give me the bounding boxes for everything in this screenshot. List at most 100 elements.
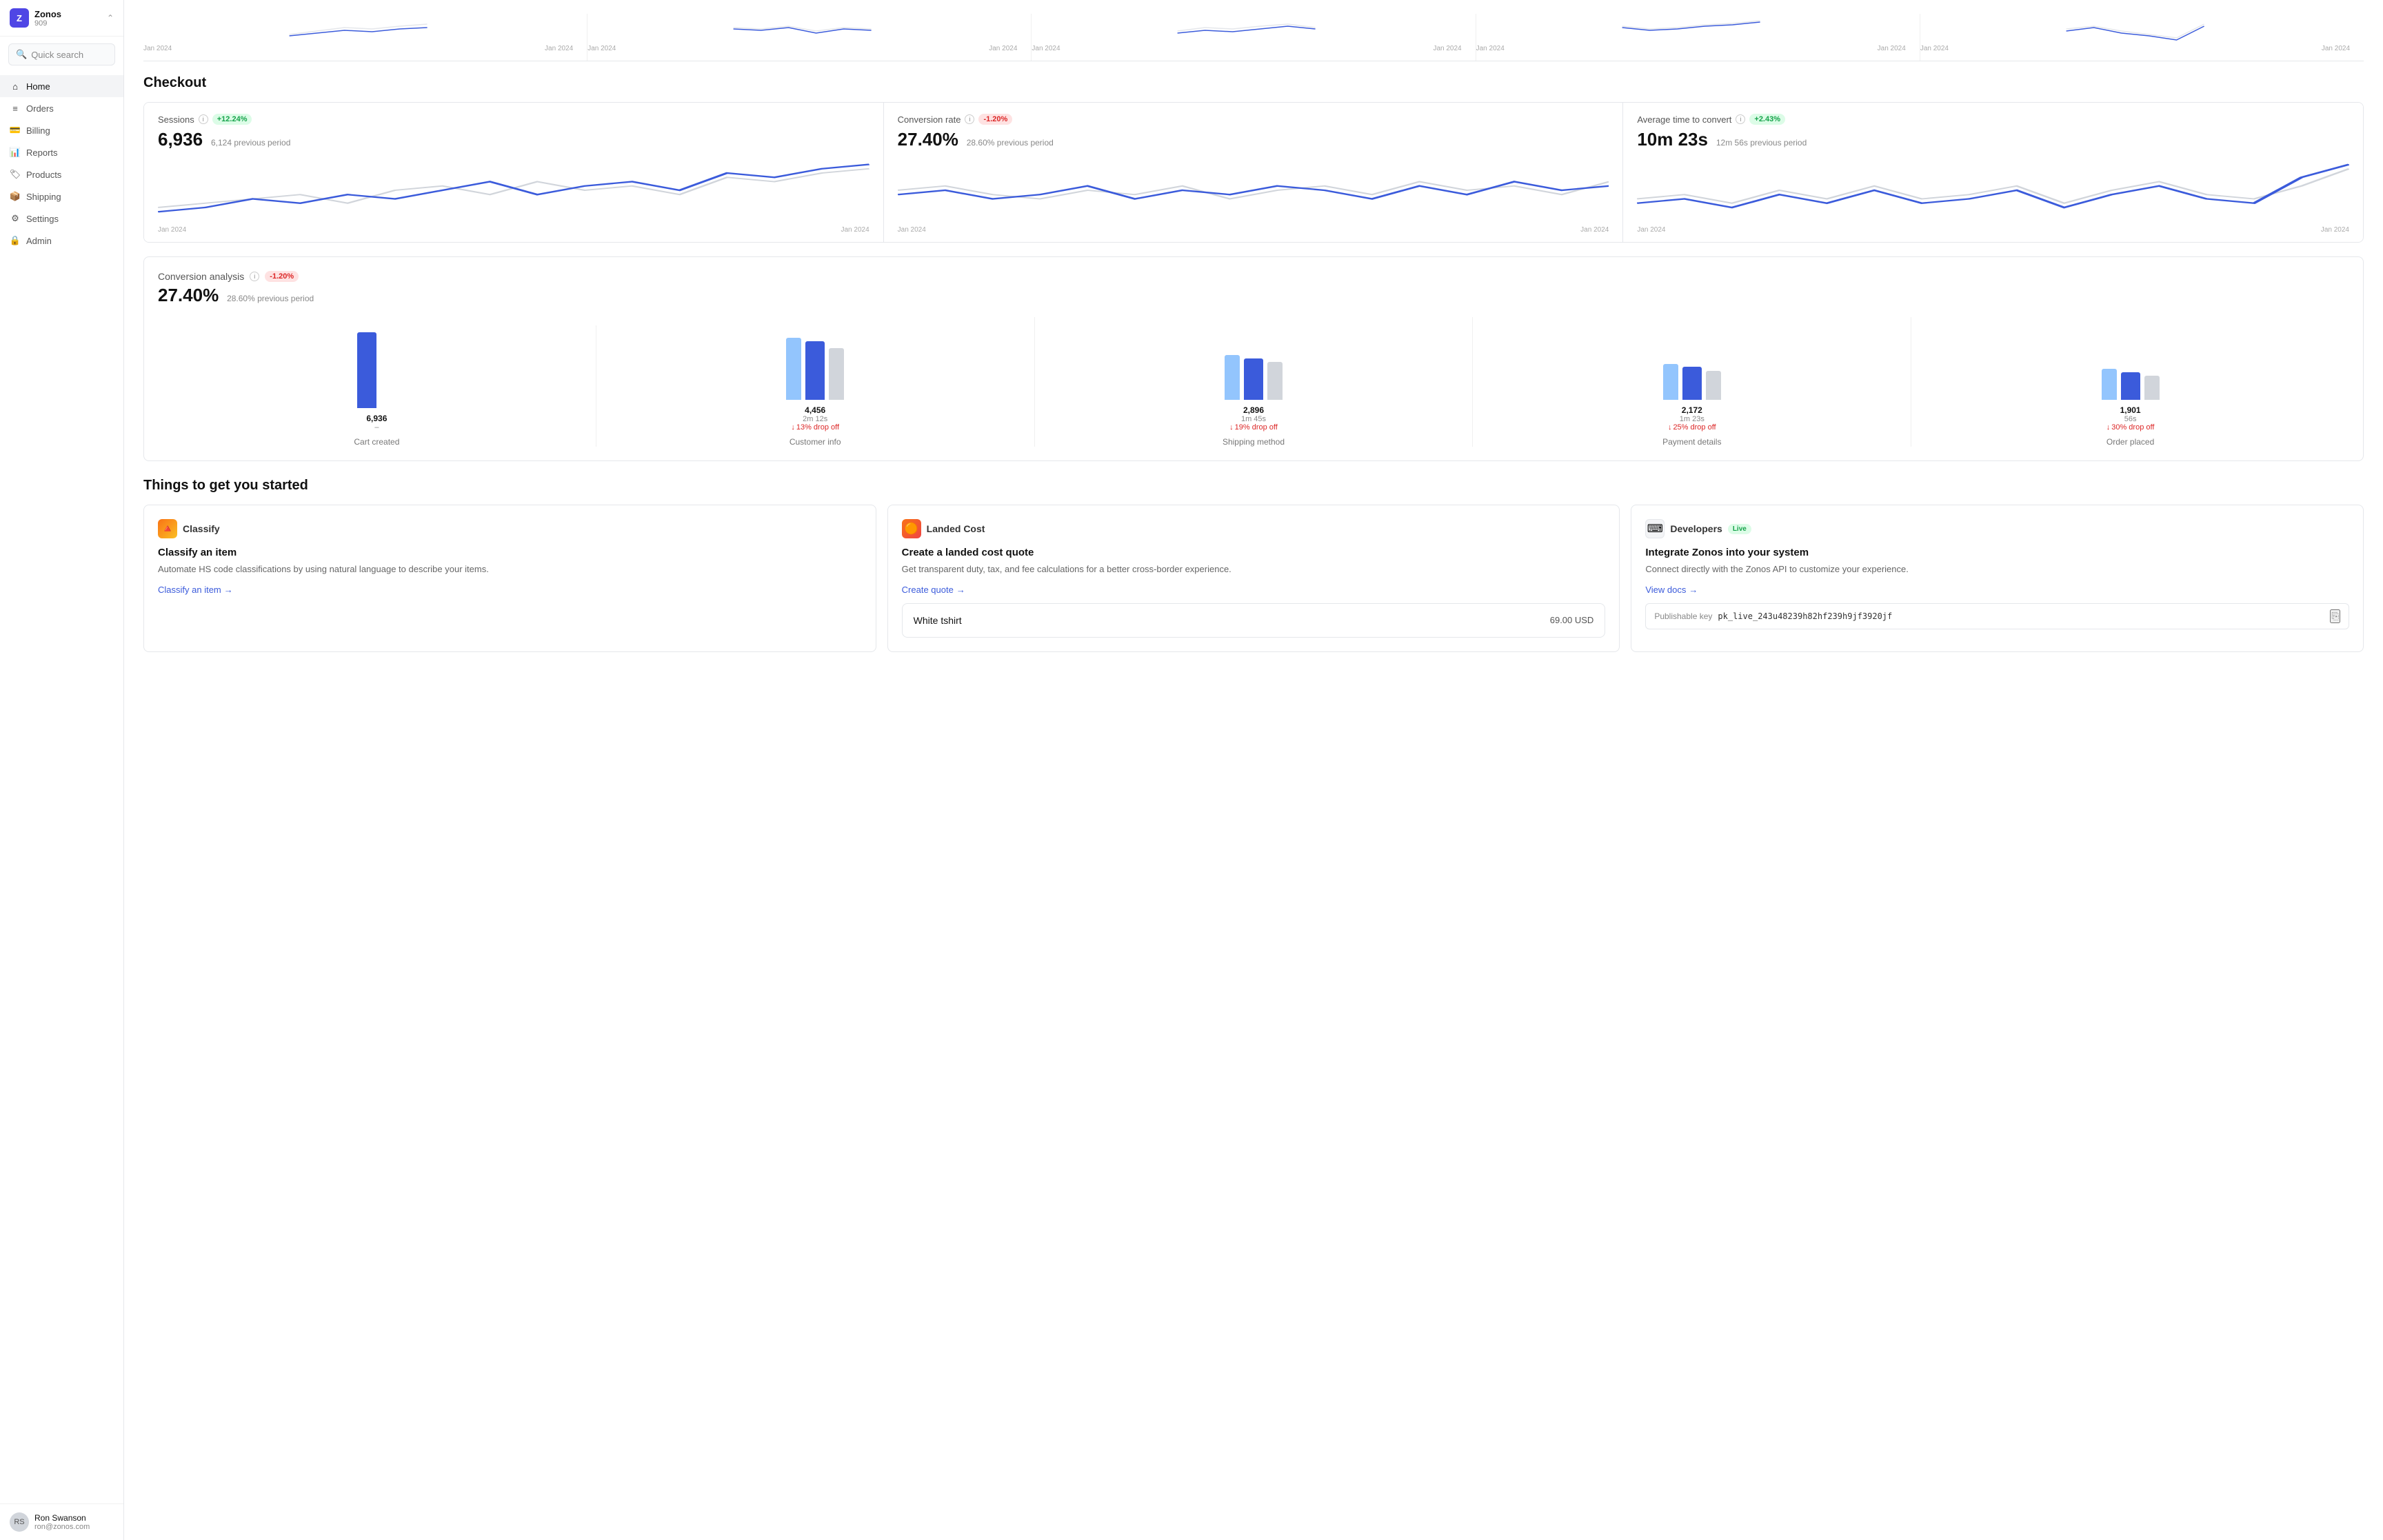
sidebar-item-settings[interactable]: ⚙ Settings [0, 207, 123, 230]
search-icon: 🔍 [16, 49, 27, 60]
bars-shipping-method [1225, 317, 1283, 400]
sidebar-item-label: Admin [26, 236, 52, 246]
avg-time-badge: +2.43% [1749, 114, 1785, 125]
conversion-rate-info-icon[interactable]: i [965, 114, 974, 124]
sidebar-item-shipping[interactable]: 📦 Shipping [0, 185, 123, 207]
bar-drop-shipping-method: ↓ 19% drop off [1229, 423, 1278, 432]
conversion-analysis-section: Conversion analysis i -1.20% 27.40% 28.6… [143, 256, 2364, 461]
bar-stat-order-placed: 1,901 [2120, 405, 2141, 415]
checkout-metrics-row: Sessions i +12.24% 6,936 6,124 previous … [143, 102, 2364, 243]
avg-time-value: 10m 23s [1637, 129, 1708, 150]
avg-time-label: Average time to convert [1637, 114, 1731, 125]
conversion-rate-chart [898, 156, 1609, 225]
classify-card-title: Classify an item [158, 547, 862, 558]
conversion-rate-value-row: 27.40% 28.60% previous period [898, 129, 1609, 150]
conversion-analysis-badge: -1.20% [265, 271, 299, 282]
bar-lightblue-payment-details [1663, 364, 1678, 400]
conversion-analysis-value-row: 27.40% 28.60% previous period [158, 285, 2349, 306]
bar-label-order-placed: Order placed [2107, 437, 2154, 447]
avg-time-info-icon[interactable]: i [1736, 114, 1745, 124]
quick-search-button[interactable]: 🔍 Quick search [8, 43, 115, 65]
bar-stat-sub-cart-created: – [374, 423, 379, 432]
conversion-analysis-value: 27.40% [158, 285, 219, 305]
org-name: Zonos [34, 9, 61, 19]
bars-customer-info [786, 317, 844, 400]
billing-icon: 💳 [10, 125, 21, 136]
conversion-analysis-header: Conversion analysis i -1.20% [158, 271, 2349, 282]
avatar: RS [10, 1512, 29, 1532]
conversion-rate-metric-card: Conversion rate i -1.20% 27.40% 28.60% p… [884, 103, 1624, 242]
bar-stat-sub-payment-details: 1m 23s [1680, 415, 1705, 423]
bar-blue-order-placed [2121, 372, 2140, 400]
settings-icon: ⚙ [10, 213, 21, 224]
sidebar-item-billing[interactable]: 💳 Billing [0, 119, 123, 141]
admin-icon: 🔒 [10, 235, 21, 246]
developers-card-link[interactable]: View docs → [1645, 585, 2349, 595]
org-chevron-icon[interactable]: ⌃ [107, 13, 114, 23]
bar-group-customer-info: 4,456 2m 12s ↓ 13% drop off Customer inf… [596, 317, 1035, 447]
sidebar-item-home[interactable]: ⌂ Home [0, 75, 123, 97]
bar-blue-shipping-method [1244, 358, 1263, 400]
sidebar-item-label: Billing [26, 125, 50, 136]
mini-chart-axis-1: Jan 2024 Jan 2024 [143, 45, 573, 52]
user-email: ron@zonos.com [34, 1523, 90, 1531]
product-name: White tshirt [914, 615, 962, 626]
landed-cost-card-header: 🟠 Landed Cost [902, 519, 1606, 538]
reports-icon: 📊 [10, 147, 21, 158]
developers-card-header: ⌨ Developers Live [1645, 519, 2349, 538]
sessions-value-row: 6,936 6,124 previous period [158, 129, 869, 150]
mini-chart-2: Jan 2024 Jan 2024 [587, 14, 1032, 61]
bar-drop-customer-info: ↓ 13% drop off [791, 423, 839, 432]
conversion-analysis-info-icon[interactable]: i [250, 272, 259, 281]
mini-chart-4: Jan 2024 Jan 2024 [1476, 14, 1920, 61]
developers-card-name: Developers [1670, 523, 1722, 534]
classify-card: 🔺 Classify Classify an item Automate HS … [143, 505, 876, 652]
live-badge: Live [1728, 524, 1751, 534]
sessions-metric-card: Sessions i +12.24% 6,936 6,124 previous … [144, 103, 884, 242]
avg-time-chart [1637, 156, 2349, 225]
checkout-section-title: Checkout [143, 75, 2364, 91]
sidebar-item-orders[interactable]: ≡ Orders [0, 97, 123, 119]
sidebar-search-area: 🔍 Quick search [0, 37, 123, 72]
sidebar-item-reports[interactable]: 📊 Reports [0, 141, 123, 163]
bar-lightblue-shipping-method [1225, 355, 1240, 400]
shipping-icon: 📦 [10, 191, 21, 202]
mini-chart-axis-4: Jan 2024 Jan 2024 [1476, 45, 1906, 52]
bar-stat-sub-order-placed: 56s [2124, 415, 2137, 423]
bar-stat-payment-details: 2,172 [1682, 405, 1702, 415]
search-label: Quick search [31, 50, 83, 60]
landed-cost-card-link[interactable]: Create quote → [902, 585, 1606, 595]
developers-card-desc: Connect directly with the Zonos API to c… [1645, 563, 2349, 576]
classify-card-header: 🔺 Classify [158, 519, 862, 538]
developers-icon: ⌨ [1645, 519, 1665, 538]
sidebar-item-admin[interactable]: 🔒 Admin [0, 230, 123, 252]
bar-label-shipping-method: Shipping method [1223, 437, 1285, 447]
sidebar-nav: ⌂ Home ≡ Orders 💳 Billing 📊 Reports 🏷 Pr… [0, 72, 123, 1503]
bar-gray-payment-details [1706, 371, 1721, 400]
bar-label-payment-details: Payment details [1662, 437, 1721, 447]
sidebar-item-products[interactable]: 🏷 Products [0, 163, 123, 185]
conversion-rate-chart-axis: Jan 2024 Jan 2024 [898, 226, 1609, 234]
bars-order-placed [2102, 317, 2160, 400]
mini-chart-5: Jan 2024 Jan 2024 [1920, 14, 2364, 61]
mini-chart-axis-5: Jan 2024 Jan 2024 [1920, 45, 2350, 52]
sidebar-logo: Z Zonos 909 [10, 8, 61, 28]
bar-gray-order-placed [2144, 376, 2160, 400]
conversion-rate-prev: 28.60% previous period [967, 138, 1054, 148]
bar-stat-shipping-method: 2,896 [1243, 405, 1264, 415]
bar-label-customer-info: Customer info [790, 437, 841, 447]
arrow-right-icon: → [1689, 585, 1698, 595]
conversion-rate-value: 27.40% [898, 129, 958, 150]
conversion-rate-header: Conversion rate i -1.20% [898, 114, 1609, 125]
classify-icon: 🔺 [158, 519, 177, 538]
bar-group-order-placed: 1,901 56s ↓ 30% drop off Order placed [1911, 317, 2349, 447]
landed-cost-card-title: Create a landed cost quote [902, 547, 1606, 558]
publishable-key-label: Publishable key [1654, 611, 1712, 621]
sessions-info-icon[interactable]: i [199, 114, 208, 124]
sessions-prev: 6,124 previous period [211, 138, 290, 148]
copy-key-button[interactable]: ⎘ [2330, 609, 2340, 623]
sessions-header: Sessions i +12.24% [158, 114, 869, 125]
classify-card-link[interactable]: Classify an item → [158, 585, 862, 595]
developers-card-title: Integrate Zonos into your system [1645, 547, 2349, 558]
developers-card: ⌨ Developers Live Integrate Zonos into y… [1631, 505, 2364, 652]
